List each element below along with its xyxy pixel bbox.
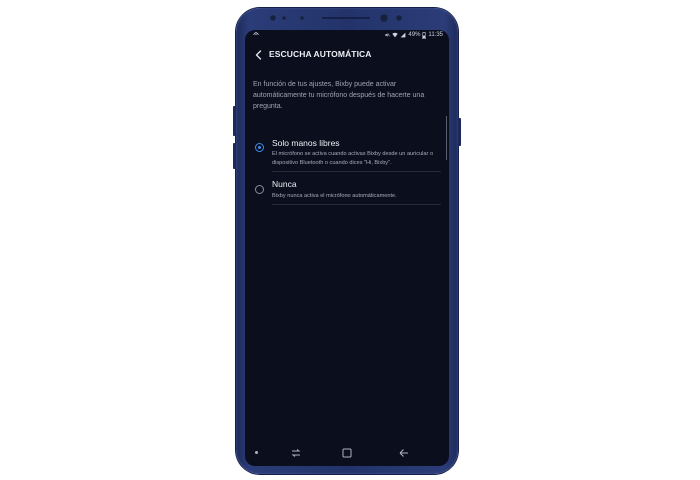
- volume-button: [233, 143, 236, 169]
- screen: 49% 11:35 ESCUCHA AUTOMÁTICA En función: [245, 30, 449, 466]
- option-never-title: Nunca: [272, 179, 297, 189]
- light-sensor-icon: [300, 16, 304, 20]
- signal-icon: [401, 32, 406, 38]
- phone-frame: 49% 11:35 ESCUCHA AUTOMÁTICA En función: [233, 8, 461, 474]
- page-title: ESCUCHA AUTOMÁTICA: [269, 49, 372, 59]
- option-hands-free-description: El micrófono se activa cuando activas Bi…: [272, 151, 434, 166]
- hide-nav-dot-icon[interactable]: [255, 451, 258, 454]
- radio-hands-free[interactable]: [255, 143, 264, 152]
- divider: [272, 171, 441, 172]
- recent-apps-icon[interactable]: [289, 446, 303, 460]
- home-icon[interactable]: [340, 446, 354, 460]
- battery-icon: [422, 31, 427, 39]
- front-camera-icon: [380, 14, 388, 22]
- battery-percentage: 49%: [408, 32, 421, 38]
- divider: [272, 204, 441, 205]
- notification-icon: [253, 32, 259, 36]
- status-bar: 49% 11:35: [245, 30, 449, 40]
- proximity-sensor-icon: [282, 16, 286, 20]
- back-icon[interactable]: [397, 446, 411, 460]
- earpiece-speaker: [322, 17, 370, 19]
- back-arrow-icon[interactable]: [253, 48, 265, 62]
- option-never-description: Bixby nunca activa el micrófono automáti…: [272, 193, 397, 199]
- radio-never[interactable]: [255, 185, 264, 194]
- power-button: [458, 118, 461, 146]
- notification-area: [253, 30, 259, 40]
- app-bar: ESCUCHA AUTOMÁTICA: [245, 42, 449, 68]
- scrollbar[interactable]: [445, 116, 447, 160]
- status-icons: 49% 11:35: [384, 30, 443, 40]
- navigation-bar: [245, 440, 449, 466]
- settings-description: En función de tus ajustes, Bixby puede a…: [253, 81, 425, 110]
- iris-camera-icon: [396, 15, 402, 21]
- option-hands-free-title: Solo manos libres: [272, 138, 340, 148]
- page: 49% 11:35 ESCUCHA AUTOMÁTICA En función: [0, 0, 700, 480]
- top-bezel: [236, 8, 458, 30]
- iris-sensor-icon: [270, 15, 276, 21]
- clock: 11:35: [428, 32, 443, 38]
- wifi-icon: [392, 32, 399, 38]
- mute-icon: [385, 33, 391, 37]
- bixby-button: [233, 106, 236, 136]
- option-never[interactable]: Nunca Bixby nunca activa el micrófono au…: [245, 174, 449, 208]
